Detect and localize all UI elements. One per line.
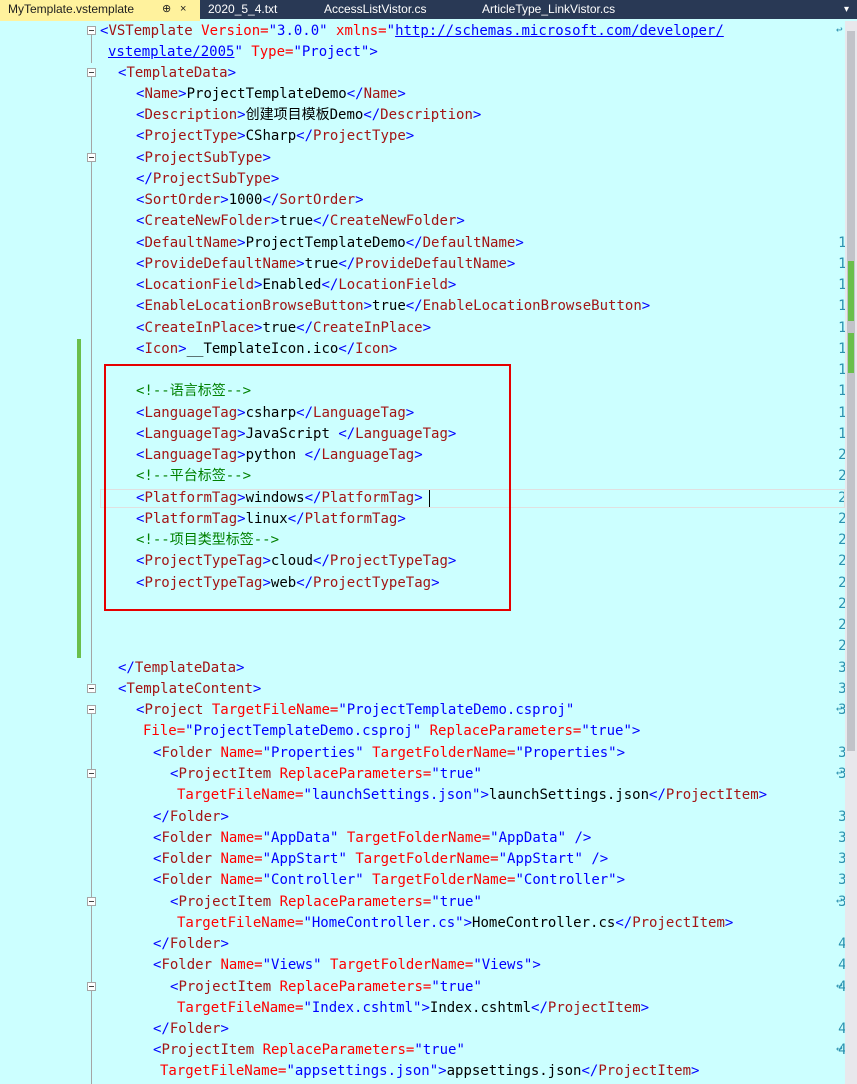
xmlns-link[interactable]: vstemplate/2005 — [108, 44, 234, 60]
code-line-5: <ProjectType>CSharp</ProjectType> — [136, 128, 415, 144]
code-line-40: </Folder> — [153, 936, 229, 952]
code-line-3: <Name>ProjectTemplateDemo</Name> — [136, 86, 406, 102]
code-line-43: </Folder> — [153, 1021, 229, 1037]
code-line-6: <ProjectSubType> — [136, 150, 271, 166]
word-wrap-icon: ↩ — [836, 23, 843, 36]
tab-dropdown-icon[interactable]: ▾ — [844, 0, 849, 19]
tab-label: AccessListVistor.cs — [324, 2, 427, 16]
fold-collapse-icon[interactable] — [87, 982, 96, 991]
code-line-39: <ProjectItem ReplaceParameters="true" — [170, 894, 482, 910]
code-line-11: <ProvideDefaultName>true</ProvideDefault… — [136, 256, 516, 272]
code-line-32-wrap: File="ProjectTemplateDemo.csproj" Replac… — [143, 723, 641, 739]
code-line-2: <TemplateData> — [118, 65, 237, 81]
fold-collapse-icon[interactable] — [87, 68, 96, 77]
word-wrap-icon: ↩ — [836, 979, 843, 992]
line-number-margin — [0, 21, 30, 1084]
code-line-33: <Folder Name="Properties" TargetFolderNa… — [153, 745, 626, 761]
fold-guide — [91, 35, 92, 63]
vertical-scrollbar[interactable] — [845, 21, 857, 1084]
code-line-9: <CreateNewFolder>true</CreateNewFolder> — [136, 213, 465, 229]
scrollbar-change-marker — [848, 261, 854, 321]
tab-label: ArticleType_LinkVistor.cs — [482, 2, 616, 16]
word-wrap-icon: ↩ — [836, 766, 843, 779]
code-line-38: <Folder Name="Controller" TargetFolderNa… — [153, 872, 626, 888]
code-line-4: <Description>创建项目模板Demo</Description> — [136, 107, 482, 123]
code-line-10: <DefaultName>ProjectTemplateDemo</Defaul… — [136, 235, 524, 251]
code-line-7: </ProjectSubType> — [136, 171, 280, 187]
tab-label: MyTemplate.vstemplate — [8, 2, 135, 16]
pin-icon[interactable]: ⊕ — [162, 0, 171, 19]
fold-collapse-icon[interactable] — [87, 705, 96, 714]
code-line-13: <EnableLocationBrowseButton>true</Enable… — [136, 298, 651, 314]
fold-collapse-icon[interactable] — [87, 769, 96, 778]
fold-collapse-icon[interactable] — [87, 26, 96, 35]
xmlns-link[interactable]: http://schemas.microsoft.com/developer/ — [395, 23, 724, 39]
fold-collapse-icon[interactable] — [87, 897, 96, 906]
code-line-30: </TemplateData> — [118, 660, 245, 676]
word-wrap-icon: ↩ — [836, 702, 843, 715]
close-icon[interactable]: × — [180, 0, 186, 19]
change-indicator — [77, 339, 81, 360]
code-line-31: <TemplateContent> — [118, 681, 262, 697]
document-tab-bar: MyTemplate.vstemplate ⊕ × 2020_5_4.txt A… — [0, 0, 857, 21]
code-line-42-wrap: TargetFileName="Index.cshtml">Index.csht… — [177, 1000, 650, 1016]
code-line-42: <ProjectItem ReplaceParameters="true" — [170, 979, 482, 995]
word-wrap-icon: ↩ — [836, 1042, 843, 1055]
code-line-44-wrap: TargetFileName="appsettings.json">appset… — [160, 1063, 700, 1079]
fold-collapse-icon[interactable] — [87, 684, 96, 693]
code-line-1-wrap: vstemplate/2005" Type="Project"> — [108, 44, 378, 60]
tab-2020-5-4-txt[interactable]: 2020_5_4.txt — [200, 0, 316, 19]
code-line-36: <Folder Name="AppData" TargetFolderName=… — [153, 830, 592, 846]
code-line-34: <ProjectItem ReplaceParameters="true" — [170, 766, 482, 782]
code-line-12: <LocationField>Enabled</LocationField> — [136, 277, 457, 293]
code-line-37: <Folder Name="AppStart" TargetFolderName… — [153, 851, 609, 867]
annotation-highlight-box — [104, 364, 511, 611]
tab-mytemplate-vstemplate[interactable]: MyTemplate.vstemplate ⊕ × — [0, 0, 200, 21]
code-line-39-wrap: TargetFileName="HomeController.cs">HomeC… — [177, 915, 734, 931]
code-line-35: </Folder> — [153, 809, 229, 825]
scrollbar-thumb[interactable] — [847, 31, 855, 751]
fold-collapse-icon[interactable] — [87, 153, 96, 162]
tab-articletype-linkvistor-cs[interactable]: ArticleType_LinkVistor.cs — [474, 0, 674, 19]
code-line-44: <ProjectItem ReplaceParameters="true" — [153, 1042, 465, 1058]
code-line-34-wrap: TargetFileName="launchSettings.json">lau… — [177, 787, 768, 803]
code-line-14: <CreateInPlace>true</CreateInPlace> — [136, 320, 432, 336]
code-line-32: <Project TargetFileName="ProjectTemplate… — [136, 702, 575, 718]
word-wrap-icon: ↩ — [836, 894, 843, 907]
code-line-1: <VSTemplate Version="3.0.0" xmlns="http:… — [100, 23, 724, 39]
change-indicator — [77, 360, 81, 658]
tab-accesslistvistor-cs[interactable]: AccessListVistor.cs — [316, 0, 474, 19]
code-line-41: <Folder Name="Views" TargetFolderName="V… — [153, 957, 541, 973]
tab-label: 2020_5_4.txt — [208, 2, 278, 16]
code-line-15: <Icon>__TemplateIcon.ico</Icon> — [136, 341, 398, 357]
scrollbar-change-marker — [848, 333, 854, 373]
fold-guide — [91, 77, 92, 683]
code-line-8: <SortOrder>1000</SortOrder> — [136, 192, 364, 208]
code-editor[interactable]: 1 2 3 4 5 6 7 8 9 10 11 12 13 14 15 16 1… — [0, 21, 857, 1084]
